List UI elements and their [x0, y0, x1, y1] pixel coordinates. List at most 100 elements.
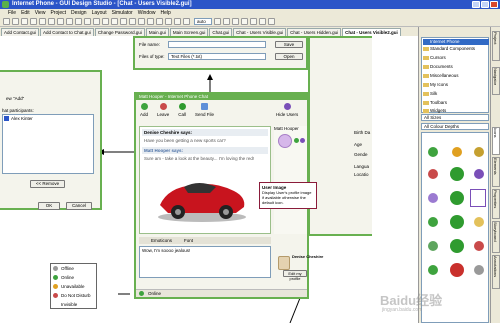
message-input[interactable]: Wow, I'm soooo jealous! — [139, 246, 271, 278]
menu-simulator[interactable]: Simulator — [112, 9, 133, 17]
self-avatar[interactable] — [278, 256, 290, 270]
tab-storyboard[interactable]: Storyboard — [492, 221, 500, 253]
tab-icons[interactable]: Icons — [492, 127, 500, 155]
leave-action[interactable]: Leave — [157, 103, 169, 117]
link-icon[interactable] — [147, 18, 154, 25]
participants-list[interactable]: Alex Kinter — [2, 114, 94, 174]
menu-window[interactable]: Window — [138, 9, 156, 17]
user-info-icon[interactable] — [300, 138, 305, 143]
font-button[interactable]: Font — [184, 238, 193, 243]
minimize-button[interactable] — [472, 1, 480, 8]
status-unavailable[interactable]: Unavailable — [61, 284, 85, 289]
phone-icon[interactable] — [450, 167, 464, 181]
zoom-out-icon[interactable] — [183, 18, 190, 25]
tab-chat-users-hidden[interactable]: Chat - Users Hidden.gui — [287, 28, 342, 36]
user-avatar[interactable] — [278, 134, 292, 148]
emoticons-button[interactable]: Emoticons — [151, 238, 172, 243]
call-user-icon[interactable] — [294, 138, 299, 143]
person-icon[interactable] — [474, 169, 484, 179]
add-icon[interactable] — [428, 147, 438, 157]
folder-standard-components[interactable]: Standard Components — [430, 46, 475, 51]
status-icon[interactable] — [428, 265, 438, 275]
users-icon[interactable] — [474, 147, 484, 157]
folder-my-icons[interactable]: My Icons — [430, 82, 448, 87]
run-icon[interactable] — [156, 18, 163, 25]
group-icon[interactable] — [452, 147, 462, 157]
line-icon[interactable] — [138, 18, 145, 25]
participant-item[interactable]: Alex Kinter — [11, 116, 33, 121]
folder-cursors[interactable]: Cursors — [430, 55, 446, 60]
hangup-icon[interactable] — [450, 263, 464, 277]
rect-icon[interactable] — [129, 18, 136, 25]
copy-icon[interactable] — [39, 18, 46, 25]
align-center-icon[interactable] — [84, 18, 91, 25]
mute-icon[interactable] — [474, 265, 484, 275]
zoom-in-icon[interactable] — [174, 18, 181, 25]
status-do-not-disturb[interactable]: Do Not Disturb — [61, 293, 91, 298]
remove-button[interactable]: << Remove — [30, 180, 65, 188]
add-action[interactable]: Add — [140, 103, 148, 117]
open-button[interactable]: Open — [275, 53, 303, 60]
menu-file[interactable]: File — [8, 9, 16, 17]
paste-icon[interactable] — [48, 18, 55, 25]
tab-elements[interactable]: Elements — [492, 157, 500, 187]
phone-active-icon[interactable] — [450, 239, 464, 253]
file-type-select[interactable]: Text Files (*.txt) — [168, 53, 266, 60]
status-offline[interactable]: Offline — [61, 266, 74, 271]
folder-miscellaneous[interactable]: Miscellaneous — [430, 73, 459, 78]
save-button[interactable]: Save — [275, 41, 303, 48]
tab-add-contact[interactable]: Add Contact.gui — [1, 28, 40, 36]
ungroup-icon[interactable] — [259, 18, 266, 25]
hide-users-action[interactable]: Hide Users — [276, 103, 298, 117]
tab-change-password[interactable]: Change Password.gui — [94, 28, 145, 36]
redo-icon[interactable] — [66, 18, 73, 25]
remove-icon[interactable] — [428, 169, 438, 179]
status-text[interactable]: Online — [148, 291, 161, 296]
menu-layout[interactable]: Layout — [92, 9, 107, 17]
menu-design[interactable]: Design — [71, 9, 87, 17]
menu-edit[interactable]: Edit — [21, 9, 30, 17]
text-icon[interactable] — [120, 18, 127, 25]
folder-tree[interactable]: Internet Phone Standard Components Curso… — [421, 37, 489, 113]
tab-main[interactable]: Main.gui — [145, 28, 169, 36]
group-icon[interactable] — [250, 18, 257, 25]
online-icon[interactable] — [428, 241, 438, 251]
call-icon[interactable] — [450, 215, 464, 229]
tab-navigator[interactable]: Navigator — [492, 67, 500, 95]
conversation-area[interactable]: Denise Cheshire says: Have you been gett… — [139, 126, 271, 234]
back-icon[interactable] — [241, 18, 248, 25]
folder-documents[interactable]: Documents — [430, 64, 453, 69]
pointer-icon[interactable] — [111, 18, 118, 25]
tab-chat-users-visible[interactable]: Chat - Users Visible.gui — [233, 28, 287, 36]
tab-main-screen[interactable]: Main Screen.gui — [169, 28, 209, 36]
layers-icon[interactable] — [223, 18, 230, 25]
size-filter[interactable]: All Sizes — [421, 114, 489, 121]
menu-help[interactable]: Help — [161, 9, 171, 17]
ok-button[interactable]: OK — [38, 202, 60, 210]
check-icon[interactable] — [428, 217, 438, 227]
tab-project[interactable]: Project — [492, 31, 500, 61]
tab-chat-users-visible2[interactable]: Chat - Users Visible2.gui — [342, 28, 401, 36]
undo-icon[interactable] — [57, 18, 64, 25]
status-invisible[interactable]: Invisible — [61, 302, 77, 307]
zoom-select[interactable]: auto — [194, 18, 212, 25]
edit-profile-button[interactable]: Edit my profile — [283, 270, 307, 281]
new-icon[interactable] — [3, 18, 10, 25]
cut-icon[interactable] — [30, 18, 37, 25]
fit-icon[interactable] — [214, 18, 221, 25]
profile-icon[interactable] — [428, 193, 438, 203]
folder-widgets[interactable]: Widgets — [430, 108, 446, 113]
tab-annotations[interactable]: Annotations — [492, 255, 500, 289]
phone-green-icon[interactable] — [450, 191, 464, 205]
image-placeholder-icon[interactable] — [470, 189, 486, 207]
status-online[interactable]: Online — [61, 275, 74, 280]
contacts-icon[interactable] — [474, 217, 484, 227]
busy-icon[interactable] — [474, 241, 484, 251]
cancel-button[interactable]: Cancel — [66, 202, 92, 210]
open-icon[interactable] — [12, 18, 19, 25]
tab-chat[interactable]: Chat.gui — [209, 28, 233, 36]
front-icon[interactable] — [232, 18, 239, 25]
call-action[interactable]: Call — [178, 103, 186, 117]
distribute-icon[interactable] — [268, 18, 275, 25]
depth-filter[interactable]: All Colour Depths — [421, 123, 489, 130]
